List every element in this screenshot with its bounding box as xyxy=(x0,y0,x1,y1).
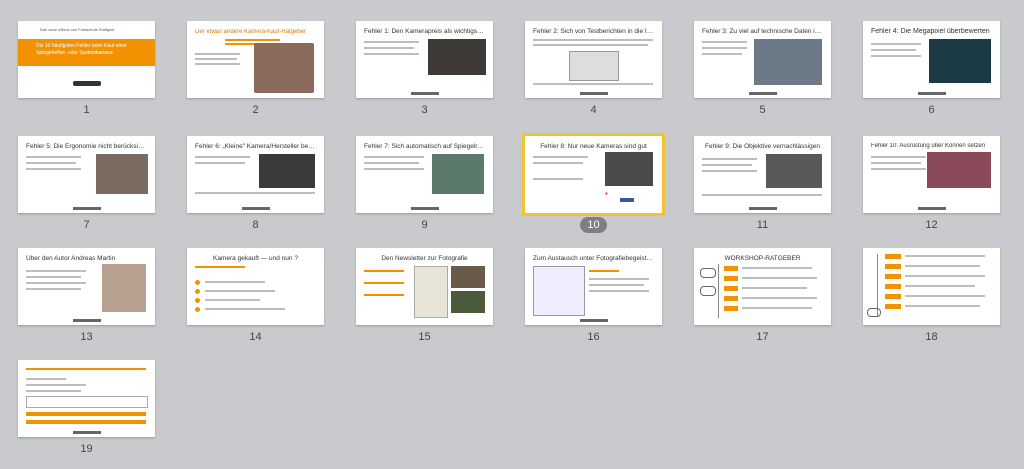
slide-title: Fehler 9: Die Objektive vernachlässigen xyxy=(705,143,820,150)
slide-number: 17 xyxy=(756,331,769,343)
slide-number: 11 xyxy=(756,219,769,231)
slide-title: Die 10 häufigsten Fehler beim Kauf einer… xyxy=(36,43,127,56)
slide-thumbnail[interactable]: WORKSHOP-RATGEBER xyxy=(694,248,831,325)
slide-title: Über den Autor Andreas Martin xyxy=(26,255,116,262)
slide-number: 4 xyxy=(590,104,597,116)
slide-grid: Das neue eBook von Fotoschule Stuttgart … xyxy=(0,0,1024,469)
ebay-logo-icon: ● xyxy=(605,191,609,197)
landscape-image xyxy=(432,154,484,194)
slide-thumbnail[interactable]: Fehler 3: Zu viel auf technische Daten i… xyxy=(694,21,831,98)
photo-image xyxy=(451,291,485,313)
camera-gear-image xyxy=(428,39,486,75)
slide-thumbnail[interactable]: Fehler 5: Die Ergonomie nicht berücksich… xyxy=(18,136,155,213)
slide-title: Fehler 8: Nur neue Kameras sind gut xyxy=(540,143,647,150)
slide-title: Fehler 6: „Kleine" Kamera/Hersteller ber… xyxy=(195,143,316,150)
slide-subtitle: Das neue eBook von Fotoschule Stuttgart xyxy=(40,27,115,32)
slide-thumbnail[interactable]: Den Newsletter zur Fotografie xyxy=(356,248,493,325)
night-camera-image xyxy=(929,39,991,83)
slide-title: Zum Austausch unter Fotografiebegeistert… xyxy=(533,255,654,262)
slide-thumbnail[interactable]: Fehler 10: Ausrüstung über Können setzen xyxy=(863,136,1000,213)
slide-number: 9 xyxy=(421,219,428,231)
slide-thumbnail[interactable]: Fehler 8: Nur neue Kameras sind gut ● xyxy=(522,133,665,216)
photo-image xyxy=(451,266,485,288)
slide-title: WORKSHOP-RATGEBER xyxy=(724,255,801,262)
camera-image xyxy=(259,154,315,188)
slide-title: Den Newsletter zur Fotografie xyxy=(381,255,468,262)
slide-number: 16 xyxy=(587,331,600,343)
slide-title: Fehler 3: Zu viel auf technische Daten i… xyxy=(702,28,823,35)
slide-number: 1 xyxy=(83,104,90,116)
slide-thumbnail[interactable]: Kamera gekauft — und nun ? xyxy=(187,248,324,325)
slide-thumbnail[interactable]: Fehler 1: Den Kamerapreis als wichtigste… xyxy=(356,21,493,98)
slide-title: Fehler 5: Die Ergonomie nicht berücksich… xyxy=(26,143,147,150)
slide-thumbnail[interactable] xyxy=(863,248,1000,325)
slide-thumbnail[interactable]: Der etwas andere Kamera-Kauf-Ratgeber xyxy=(187,21,324,98)
lenses-image xyxy=(766,154,822,188)
slide-title: Fehler 4: Die Megapixel überbewerten xyxy=(871,28,990,35)
author-portrait-image xyxy=(102,264,146,312)
facebook-group-image xyxy=(533,266,585,316)
newsletter-preview-image xyxy=(414,266,448,318)
facebook-logo-icon xyxy=(620,198,634,202)
slide-number: 13 xyxy=(80,331,93,343)
slide-number: 12 xyxy=(925,219,938,231)
slide-thumbnail[interactable]: Zum Austausch unter Fotografiebegeistert… xyxy=(525,248,662,325)
slide-number: 15 xyxy=(418,331,431,343)
slide-number: 2 xyxy=(252,104,259,116)
slide-title: Fehler 2: Sich von Testberichten in die … xyxy=(533,28,654,35)
slide-number: 19 xyxy=(80,443,93,455)
slide-thumbnail[interactable]: Fehler 9: Die Objektive vernachlässigen xyxy=(694,136,831,213)
slide-number: 18 xyxy=(925,331,938,343)
slide-title: Fehler 7: Sich automatisch auf Spiegelre… xyxy=(364,143,485,150)
slide-title: Kamera gekauft — und nun ? xyxy=(213,255,298,262)
slide-title: Fehler 1: Den Kamerapreis als wichtigste… xyxy=(364,28,485,35)
logo-icon xyxy=(73,81,101,86)
slide-title: Der etwas andere Kamera-Kauf-Ratgeber xyxy=(195,29,307,35)
slide-thumbnail[interactable] xyxy=(18,360,155,437)
slide-number: 6 xyxy=(928,104,935,116)
screenshot-image xyxy=(569,51,619,81)
slide-number: 10 xyxy=(580,217,607,233)
camera-image xyxy=(605,152,653,186)
slide-thumbnail[interactable]: Fehler 7: Sich automatisch auf Spiegelre… xyxy=(356,136,493,213)
slide-number: 14 xyxy=(249,331,262,343)
slide-number: 7 xyxy=(83,219,90,231)
slide-title: Fehler 10: Ausrüstung über Können setzen xyxy=(871,143,986,149)
hands-camera-image xyxy=(96,154,148,194)
photographer-image xyxy=(254,43,314,93)
sunset-image xyxy=(927,152,991,188)
slide-thumbnail[interactable]: Fehler 4: Die Megapixel überbewerten xyxy=(863,21,1000,98)
slide-number: 3 xyxy=(421,104,428,116)
slide-thumbnail[interactable]: Fehler 2: Sich von Testberichten in die … xyxy=(525,21,662,98)
slide-thumbnail[interactable]: Fehler 6: „Kleine" Kamera/Hersteller ber… xyxy=(187,136,324,213)
slide-number: 8 xyxy=(252,219,259,231)
slide-thumbnail[interactable]: Das neue eBook von Fotoschule Stuttgart … xyxy=(18,21,155,98)
laptop-camera-image xyxy=(754,39,822,85)
slide-thumbnail[interactable]: Über den Autor Andreas Martin xyxy=(18,248,155,325)
slide-number: 5 xyxy=(759,104,766,116)
